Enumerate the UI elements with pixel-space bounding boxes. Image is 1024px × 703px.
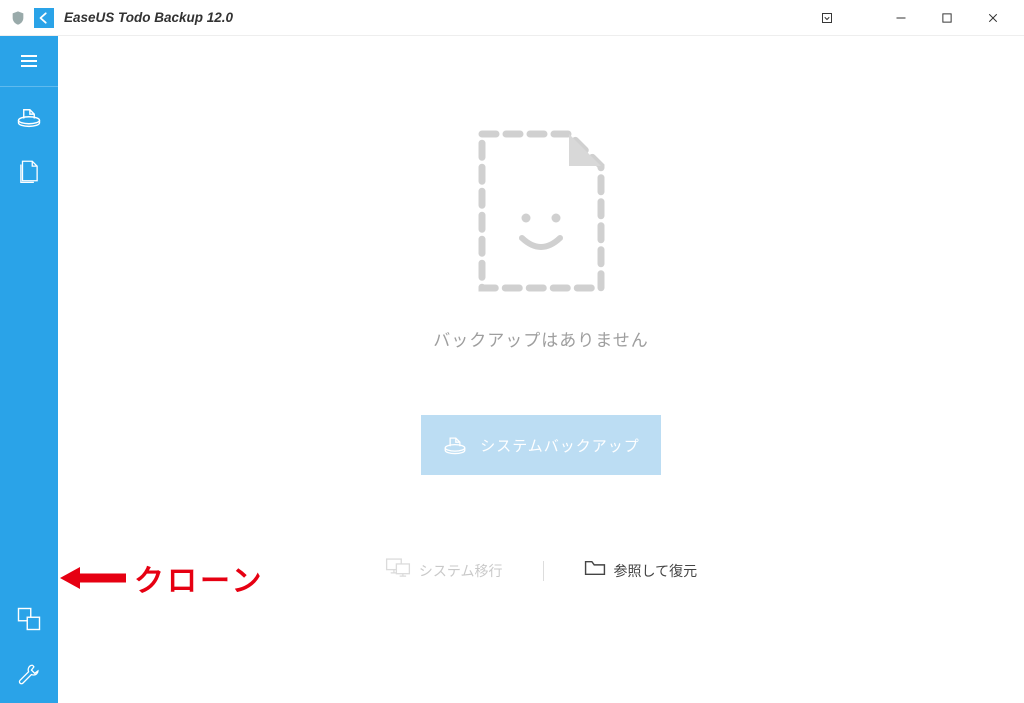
- minimize-button[interactable]: [878, 4, 924, 32]
- empty-state: バックアップはありません: [433, 126, 649, 351]
- sidebar-system-backup-button[interactable]: [0, 87, 58, 143]
- empty-message: バックアップはありません: [433, 326, 649, 351]
- system-backup-button[interactable]: システムバックアップ: [421, 415, 661, 475]
- vertical-divider: [543, 561, 544, 581]
- window-controls: [804, 4, 1016, 32]
- brand-back-icon: [34, 8, 54, 28]
- system-backup-label: システムバックアップ: [480, 435, 640, 456]
- empty-file-smile-icon: [474, 126, 609, 296]
- monitors-icon: [385, 557, 411, 584]
- titlebar: EaseUS Todo Backup 12.0: [0, 0, 1024, 36]
- browse-restore-link[interactable]: 参照して復元: [584, 558, 698, 583]
- sidebar-file-backup-button[interactable]: [0, 143, 58, 199]
- titlebar-left: EaseUS Todo Backup 12.0: [8, 8, 804, 28]
- browse-restore-label: 参照して復元: [614, 561, 698, 581]
- main-content: バックアップはありません システムバックアップ: [58, 36, 1024, 703]
- menu-button[interactable]: [0, 36, 58, 86]
- bottom-links: システム移行 参照して復元: [385, 557, 697, 584]
- close-button[interactable]: [970, 4, 1016, 32]
- sidebar-tools-button[interactable]: [0, 647, 58, 703]
- sidebar-clone-button[interactable]: [0, 591, 58, 647]
- system-transfer-label: システム移行: [419, 561, 503, 581]
- disk-file-icon: [442, 430, 468, 461]
- sidebar: [0, 36, 58, 703]
- folder-icon: [584, 558, 606, 583]
- maximize-button[interactable]: [924, 4, 970, 32]
- system-transfer-link: システム移行: [385, 557, 503, 584]
- dropdown-button[interactable]: [804, 4, 850, 32]
- app-shield-icon: [8, 8, 28, 28]
- window-title: EaseUS Todo Backup 12.0: [64, 10, 233, 25]
